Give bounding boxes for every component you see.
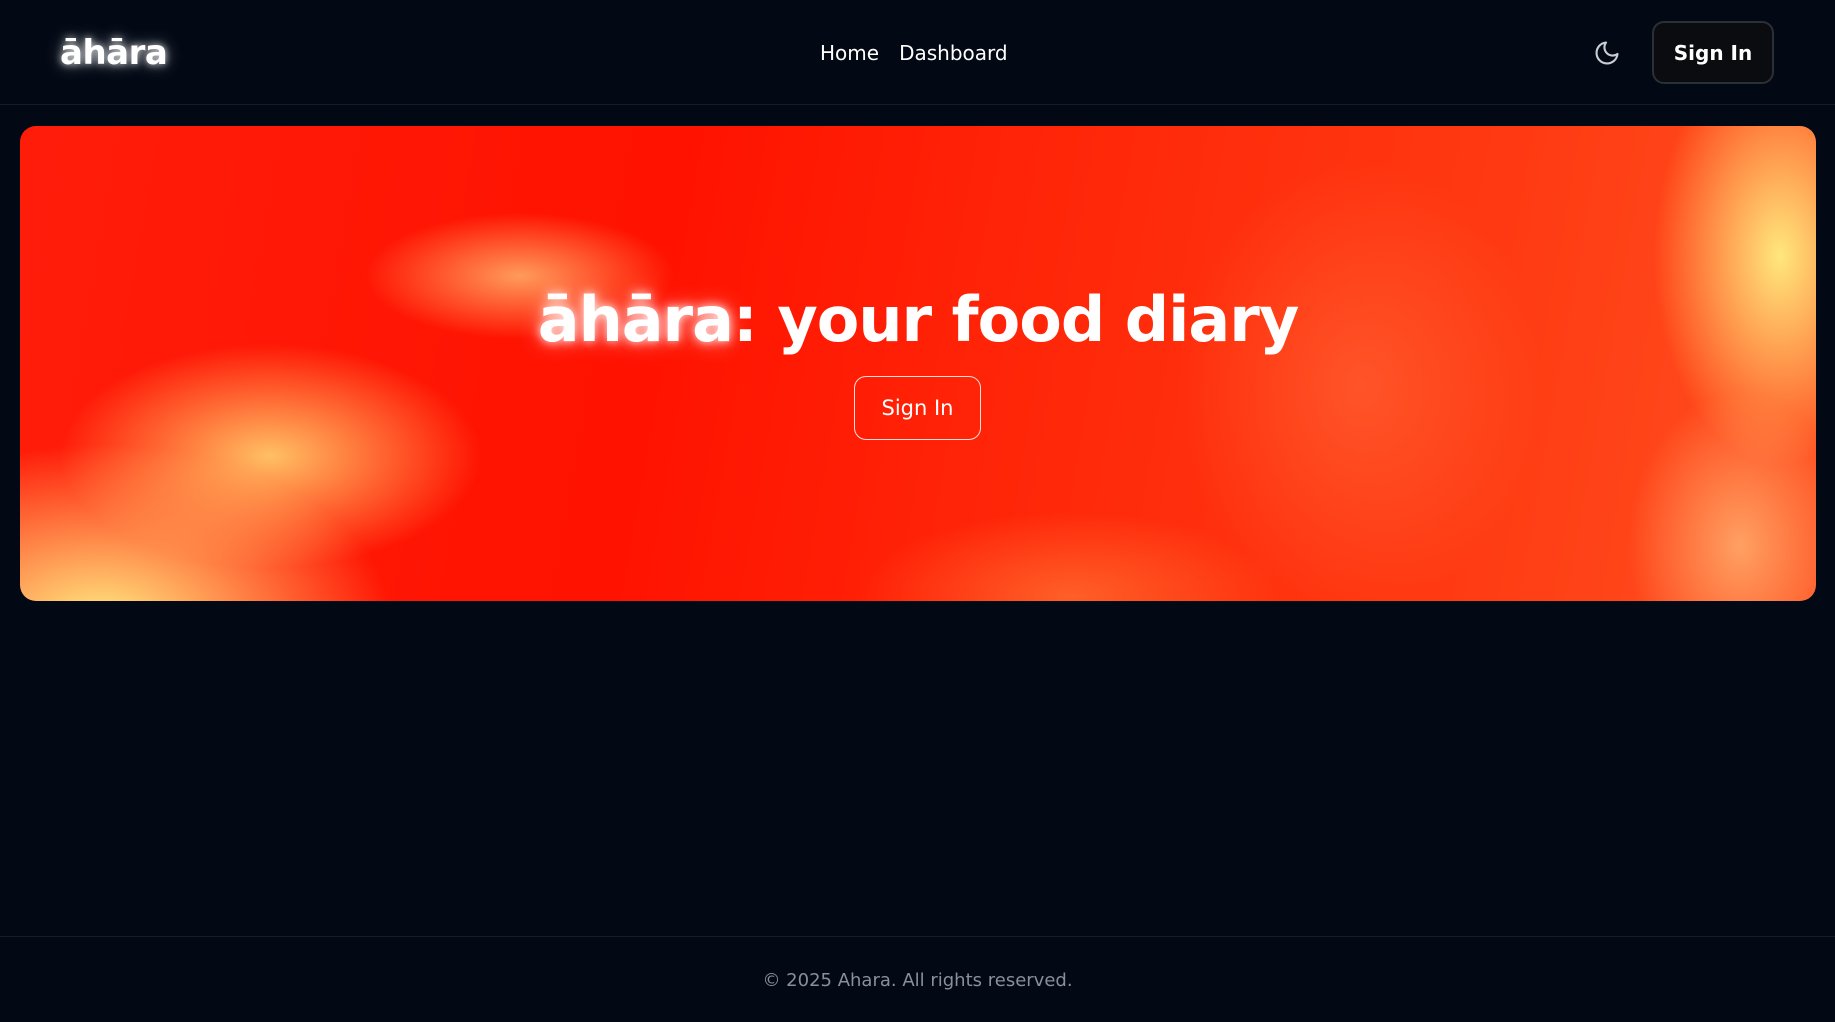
hero-tagline: : your food diary (732, 283, 1299, 356)
site-logo[interactable]: āhāra (60, 30, 168, 76)
moon-icon (1595, 41, 1619, 65)
header-sign-in-button[interactable]: Sign In (1652, 21, 1774, 84)
site-footer: © 2025 Ahara. All rights reserved. (0, 936, 1835, 1022)
nav-link-dashboard[interactable]: Dashboard (899, 38, 1008, 68)
hero-brand: āhāra (537, 283, 734, 356)
nav-link-home[interactable]: Home (820, 38, 879, 68)
site-header: āhāra Home Dashboard Sign In (0, 0, 1835, 105)
hero-banner: āhāra: your food diary Sign In (20, 126, 1816, 601)
copyright-text: © 2025 Ahara. All rights reserved. (762, 970, 1073, 991)
main-nav: Home Dashboard (820, 38, 1008, 68)
theme-toggle-button[interactable] (1590, 36, 1624, 70)
hero-title: āhāra: your food diary (20, 280, 1816, 360)
hero-sign-in-button[interactable]: Sign In (854, 376, 981, 440)
